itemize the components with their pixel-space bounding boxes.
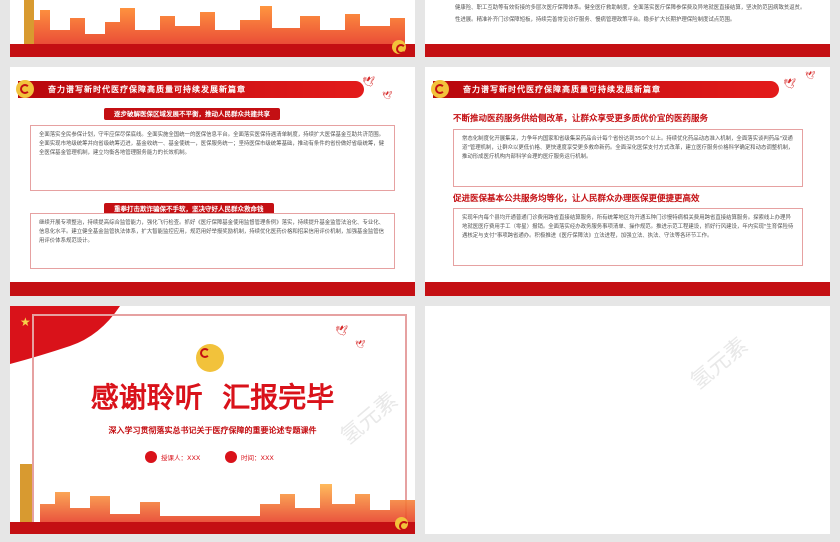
slide-3-thumbnail[interactable]: 奋力谱写新时代医疗保障高质量可持续发展新篇章 🕊 🕊 逐步破解医保区域发展不平衡… — [10, 67, 415, 296]
party-emblem-icon — [16, 80, 34, 98]
slide-6-thumbnail[interactable]: 氢元素 — [425, 306, 830, 534]
time-label: 时间：XXX — [241, 454, 274, 462]
slide-1-thumbnail[interactable] — [10, 0, 415, 57]
city-skyline — [10, 0, 415, 57]
dove-icon: 🕊 — [355, 340, 366, 349]
slide-4-thumbnail[interactable]: 奋力谱写新时代医疗保障高质量可持续发展新篇章 🕊 🕊 不断推动医药服务供给侧改革… — [425, 67, 830, 296]
user-icon — [145, 451, 157, 463]
dove-icon: 🕊 — [335, 326, 348, 337]
section-heading-2: 促进医保基本公共服务均等化，让人民群众办理医保更便捷更高效 — [453, 194, 700, 204]
dove-icon: 🕊 — [783, 79, 796, 90]
slide-2-thumbnail[interactable]: 健康险、职工互助等有效衔接的多层次医疗保障体系。健全医疗救助制度，全面落实医疗保… — [425, 0, 830, 57]
slide2-text-line1: 健康险、职工互助等有效衔接的多层次医疗保障体系。健全医疗救助制度，全面落实医疗保… — [455, 5, 805, 11]
section-banner: 奋力谱写新时代医疗保障高质量可持续发展新篇章 — [433, 81, 779, 98]
text-box-2: 继续开展专项整治，持续提高综合监管能力，强化飞行检查。抓好《医疗保障基金使用监督… — [30, 213, 395, 269]
city-skyline — [10, 464, 415, 534]
text-box-1: 全面落实全民参保计划，守牢应保尽保底线。全面实施全国统一的医保信息平台。全面落实… — [30, 125, 395, 191]
section-heading-1: 不断推动医药服务供给侧改革，让群众享受更多质优价宜的医药服务 — [453, 114, 709, 124]
text-box-1-content: 全面落实全民参保计划，守牢应保尽保底线。全面实施全国统一的医保信息平台。全面落实… — [39, 132, 385, 156]
presenter-info: 授课人：XXX — [145, 451, 200, 463]
section-pill-1: 逐步破解医保区域发展不平衡，推动人民群众共建共享 — [104, 108, 280, 120]
svg-text:★: ★ — [20, 315, 31, 329]
calendar-icon — [225, 451, 237, 463]
bottom-red-bar — [425, 44, 830, 57]
party-emblem-icon — [392, 40, 406, 54]
party-emblem-icon — [196, 344, 224, 372]
dove-icon: 🕊 — [382, 91, 393, 100]
presenter-label: 授课人：XXX — [161, 454, 201, 462]
text-box-2-content: 继续开展专项整治，持续提高综合监管能力，强化飞行检查。抓好《医疗保障基金使用监督… — [39, 220, 385, 244]
section-banner: 奋力谱写新时代医疗保障高质量可持续发展新篇章 — [18, 81, 364, 98]
slide2-text-line2: 性进展。精准补齐门诊保障短板，持续完善常见诊疗服务、慢病管理政策平台。稳步扩大长… — [455, 17, 736, 23]
slide-5-thumbnail[interactable]: ★ 🕊 🕊 感谢聆听 汇报完毕 深入学习贯彻落实总书记关于医疗保障的重要论述专题… — [10, 306, 415, 534]
bottom-red-bar — [425, 282, 830, 296]
text-box-1: 常态化制度化开展集采，力争年内国家和省级集采药品合计每个省份达到350个以上。持… — [453, 129, 803, 187]
text-box-1-content: 常态化制度化开展集采，力争年内国家和省级集采药品合计每个省份达到350个以上。持… — [462, 136, 794, 160]
party-emblem-icon — [431, 80, 449, 98]
dove-icon: 🕊 — [805, 71, 816, 80]
watermark-text: 氢元素 — [686, 333, 753, 395]
time-info: 时间：XXX — [225, 451, 274, 463]
text-box-2-content: 实现年内每个县均开通普通门诊费用跨省直接结算服务，所有统筹地区均开通五种门诊慢特… — [462, 215, 794, 239]
dove-icon: 🕊 — [362, 77, 375, 88]
bottom-red-bar — [10, 282, 415, 296]
text-box-2: 实现年内每个县均开通普通门诊费用跨省直接结算服务，所有统筹地区均开通五种门诊慢特… — [453, 208, 803, 266]
party-emblem-icon — [395, 517, 409, 531]
